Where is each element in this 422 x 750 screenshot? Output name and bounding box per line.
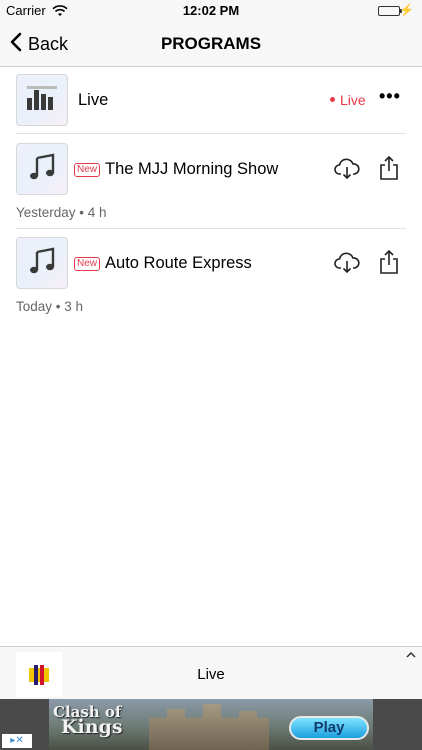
ad-play-button[interactable]: Play <box>289 716 369 740</box>
program-title: New Auto Route Express <box>74 254 252 273</box>
music-note-icon <box>27 152 57 187</box>
station-logo <box>16 652 62 697</box>
new-badge: New <box>74 257 101 271</box>
status-bar: Carrier 12:02 PM ⚡ <box>0 0 422 22</box>
live-status-badge: Live <box>330 92 366 108</box>
ad-banner[interactable]: Clash of Kings Play ▸✕ <box>0 699 422 750</box>
ad-brand: Clash of Kings <box>53 705 123 738</box>
ad-creative[interactable]: Clash of Kings Play <box>49 699 373 750</box>
live-status-label: Live <box>340 92 366 108</box>
music-note-icon <box>27 246 57 281</box>
program-meta: Yesterday • 4 h <box>16 205 107 220</box>
program-thumbnail <box>16 143 68 195</box>
ad-brand-line2: Kings <box>61 716 123 738</box>
program-title: New The MJJ Morning Show <box>74 160 278 179</box>
share-icon[interactable] <box>376 249 402 275</box>
live-row[interactable]: Live Live ••• <box>16 74 406 126</box>
divider <box>16 133 406 134</box>
mini-player-title: Live <box>197 666 225 683</box>
battery-icon <box>378 6 402 16</box>
divider <box>16 228 406 229</box>
share-icon[interactable] <box>376 155 402 181</box>
program-meta: Today • 3 h <box>16 299 84 314</box>
equalizer-icon <box>25 84 59 117</box>
mini-player[interactable]: Live <box>0 646 422 700</box>
program-title-text: Auto Route Express <box>105 254 252 272</box>
program-title-text: The MJJ Morning Show <box>105 160 279 178</box>
program-row[interactable]: New The MJJ Morning Show <box>16 143 406 195</box>
charging-icon: ⚡ <box>399 3 414 17</box>
live-title: Live <box>78 91 109 109</box>
navigation-bar: Back PROGRAMS <box>0 22 422 67</box>
back-button[interactable]: Back <box>10 22 68 66</box>
chevron-up-icon[interactable] <box>406 649 416 661</box>
live-thumbnail <box>16 74 68 126</box>
live-dot-icon <box>330 97 335 102</box>
back-chevron-icon <box>10 32 22 57</box>
clock: 12:02 PM <box>182 3 240 18</box>
cloud-download-icon[interactable] <box>334 250 360 276</box>
cloud-download-icon[interactable] <box>334 156 360 182</box>
ad-castle-image <box>149 704 269 750</box>
back-label: Back <box>28 33 69 54</box>
program-thumbnail <box>16 237 68 289</box>
more-icon[interactable]: ••• <box>379 86 401 107</box>
program-row[interactable]: New Auto Route Express <box>16 237 406 289</box>
ad-choices-icon[interactable]: ▸✕ <box>2 734 32 748</box>
new-badge: New <box>74 163 101 177</box>
